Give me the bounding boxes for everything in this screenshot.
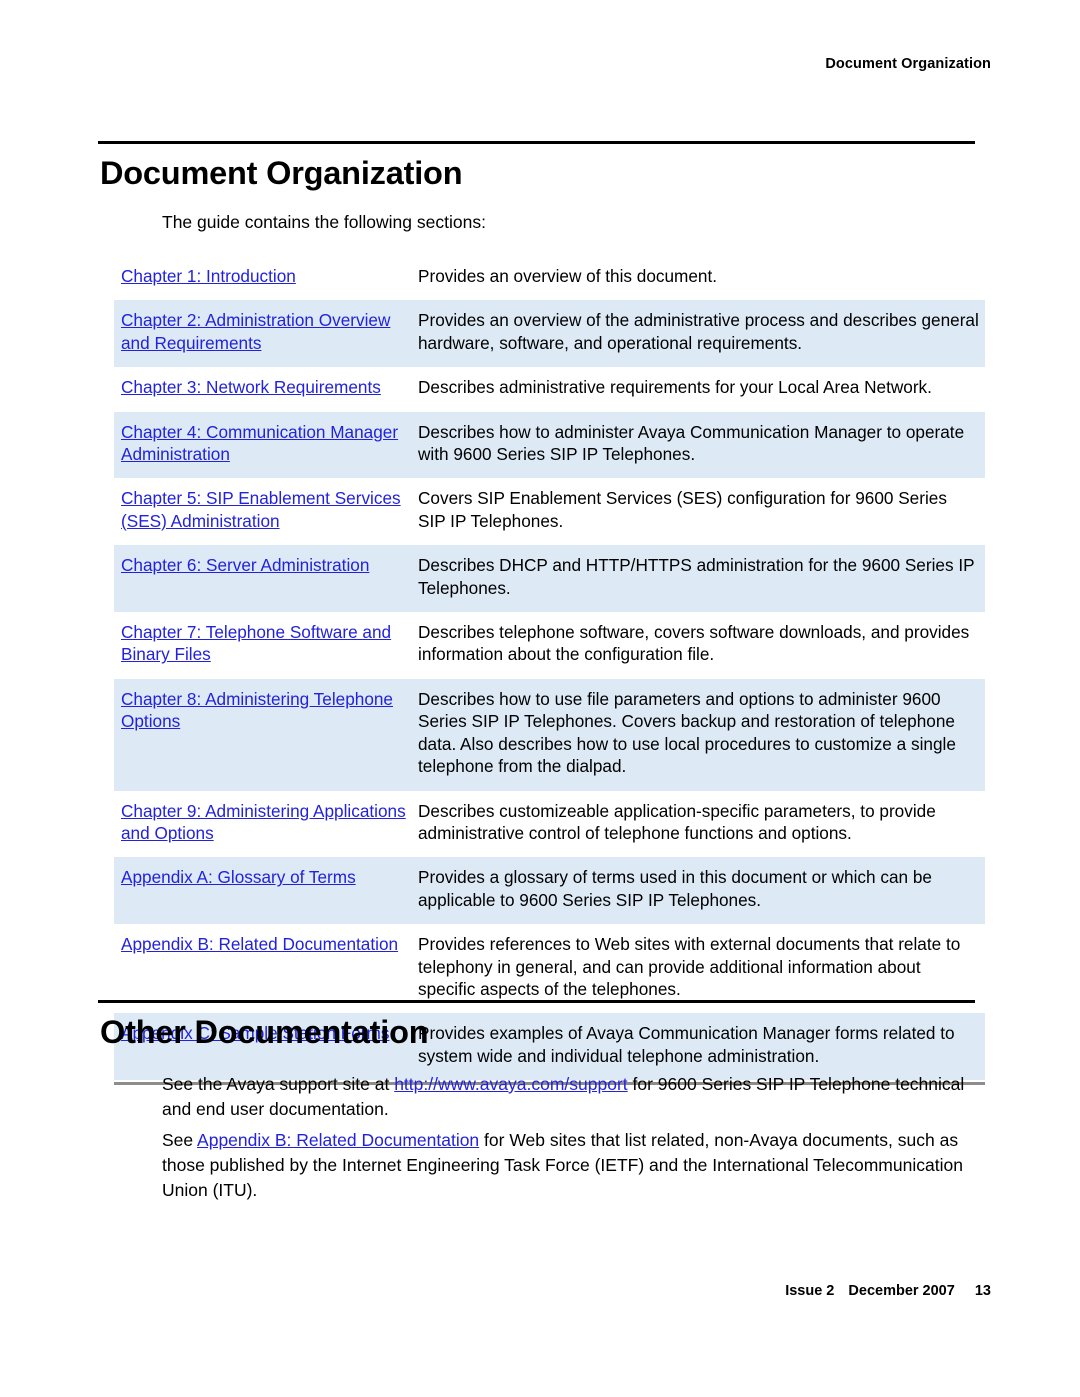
chapter-link[interactable]: Chapter 5: SIP Enablement Services (SES)… — [121, 488, 401, 530]
page-title: Document Organization — [100, 155, 463, 191]
table-cell-link: Chapter 2: Administration Overview and R… — [114, 300, 418, 368]
table-cell-link: Chapter 8: Administering Telephone Optio… — [114, 678, 418, 791]
intro-paragraph: The guide contains the following section… — [162, 212, 486, 232]
table-cell-description: Provides an overview of the administrati… — [418, 300, 985, 368]
table-row: Chapter 4: Communication Manager Adminis… — [114, 411, 985, 479]
table-cell-description: Provides examples of Avaya Communication… — [418, 1013, 985, 1081]
table-row: Chapter 8: Administering Telephone Optio… — [114, 678, 985, 791]
table-row: Chapter 5: SIP Enablement Services (SES)… — [114, 478, 985, 545]
footer-page-number: 13 — [974, 1283, 991, 1299]
table-cell-link: Chapter 9: Administering Applications an… — [114, 791, 418, 858]
table-row: Chapter 6: Server Administration Describe… — [114, 545, 985, 613]
table-row: Appendix A: Glossary of Terms Provides a … — [114, 857, 985, 925]
table-row: Chapter 2: Administration Overview and R… — [114, 300, 985, 368]
table-cell-link: Chapter 4: Communication Manager Adminis… — [114, 411, 418, 479]
table-cell-description: Describes how to use file parameters and… — [418, 678, 985, 791]
chapter-link[interactable]: Chapter 7: Telephone Software and Binary… — [121, 622, 391, 664]
chapter-description: Describes administrative requirements fo… — [418, 377, 932, 398]
other-documentation-title: Other Documentation — [100, 1014, 429, 1050]
page-footer: Issue 2 December 2007 13 — [0, 1283, 991, 1299]
table-cell-description: Covers SIP Enablement Services (SES) con… — [418, 478, 985, 545]
chapter-description: Describes DHCP and HTTP/HTTPS administra… — [418, 555, 975, 598]
chapter-description: Provides an overview of the administrati… — [418, 310, 979, 353]
table-cell-description: Provides an overview of this document. — [418, 256, 985, 300]
table-row: Chapter 3: Network Requirements Describes… — [114, 367, 985, 411]
table-cell-link: Chapter 1: Introduction — [114, 256, 418, 300]
chapter-description: Provides references to Web sites with ex… — [418, 934, 961, 999]
table-cell-link: Chapter 3: Network Requirements — [114, 367, 418, 411]
chapter-description: Provides examples of Avaya Communication… — [418, 1023, 955, 1066]
other-documentation-paragraph-1: See the Avaya support site at http://www… — [162, 1072, 984, 1122]
chapter-link[interactable]: Chapter 3: Network Requirements — [121, 377, 381, 397]
table-cell-link: Appendix A: Glossary of Terms — [114, 857, 418, 925]
chapter-table-body: Chapter 1: Introduction Provides an overv… — [114, 256, 985, 1081]
document-page: Document Organization Document Organizat… — [0, 0, 1080, 1397]
table-cell-description: Provides a glossary of terms used in thi… — [418, 857, 985, 925]
chapter-link[interactable]: Chapter 8: Administering Telephone Optio… — [121, 689, 393, 731]
chapter-description: Provides a glossary of terms used in thi… — [418, 867, 932, 910]
chapter-link[interactable]: Chapter 9: Administering Applications an… — [121, 801, 406, 843]
running-header: Document Organization — [825, 56, 991, 72]
table-row: Chapter 9: Administering Applications an… — [114, 791, 985, 858]
table-cell-description: Describes DHCP and HTTP/HTTPS administra… — [418, 545, 985, 613]
table-cell-link: Chapter 7: Telephone Software and Binary… — [114, 612, 418, 679]
chapter-link[interactable]: Appendix B: Related Documentation — [121, 934, 398, 954]
chapter-link[interactable]: Chapter 6: Server Administration — [121, 555, 369, 575]
footer-issue: Issue 2 — [785, 1283, 835, 1299]
paragraph-2-text-before: See — [162, 1130, 198, 1150]
chapter-description: Describes telephone software, covers sof… — [418, 622, 970, 665]
table-cell-link: Chapter 6: Server Administration — [114, 545, 418, 613]
table-cell-description: Describes administrative requirements fo… — [418, 367, 985, 411]
chapter-link[interactable]: Chapter 1: Introduction — [121, 266, 296, 286]
paragraph-1-text-before: See the Avaya support site at — [162, 1074, 395, 1094]
table-row: Chapter 1: Introduction Provides an overv… — [114, 256, 985, 300]
chapter-sections-table: Chapter 1: Introduction Provides an overv… — [114, 256, 985, 1081]
chapter-description: Describes customizeable application-spec… — [418, 800, 936, 843]
chapter-description: Covers SIP Enablement Services (SES) con… — [418, 488, 947, 531]
table-cell-description: Describes customizeable application-spec… — [418, 791, 985, 858]
table-row: Chapter 7: Telephone Software and Binary… — [114, 612, 985, 679]
table-cell-description: Describes telephone software, covers sof… — [418, 612, 985, 679]
chapter-description: Provides an overview of this document. — [418, 266, 718, 286]
other-documentation-paragraph-2: See Appendix B: Related Documentation fo… — [162, 1128, 990, 1203]
chapter-link[interactable]: Chapter 2: Administration Overview and R… — [121, 310, 390, 352]
section-rule-document-organization — [98, 141, 975, 144]
chapter-description: Describes how to administer Avaya Commun… — [418, 421, 965, 465]
table-cell-link: Chapter 5: SIP Enablement Services (SES)… — [114, 478, 418, 545]
avaya-support-link[interactable]: http://www.avaya.com/support — [394, 1074, 627, 1094]
chapter-link[interactable]: Chapter 4: Communication Manager Adminis… — [121, 422, 398, 464]
appendix-b-link[interactable]: Appendix B: Related Documentation — [197, 1130, 479, 1150]
footer-date: December 2007 — [848, 1283, 955, 1299]
section-rule-other-documentation — [98, 1000, 975, 1003]
table-cell-description: Describes how to administer Avaya Commun… — [418, 411, 985, 479]
chapter-link[interactable]: Appendix A: Glossary of Terms — [121, 867, 356, 887]
chapter-description: Describes how to use file parameters and… — [418, 688, 956, 777]
